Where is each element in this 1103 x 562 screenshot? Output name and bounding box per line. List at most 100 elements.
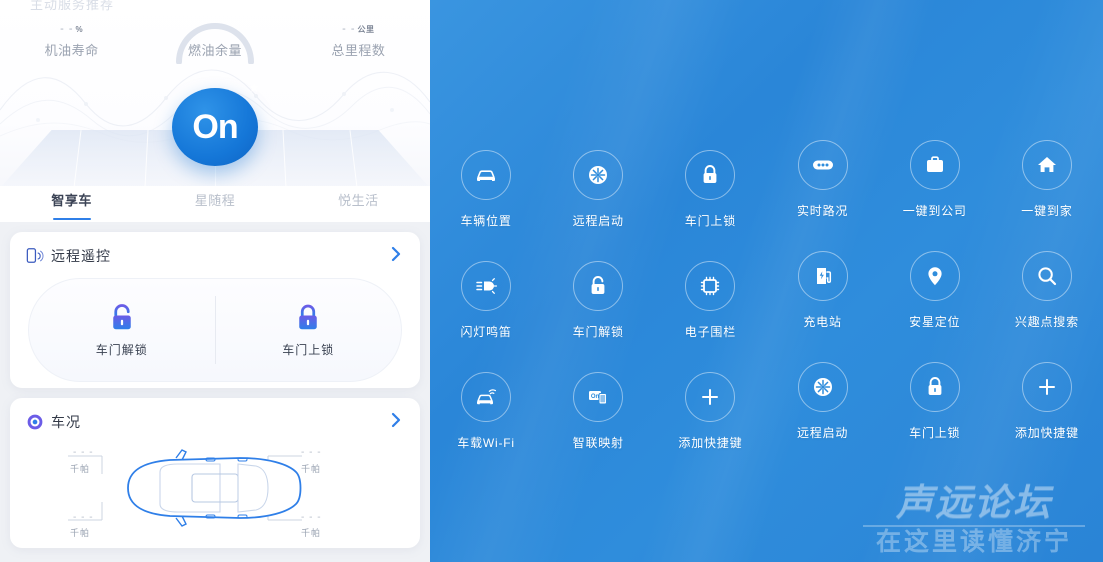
plus-icon (1038, 379, 1055, 395)
charging-station-icon (816, 268, 831, 284)
shortcut-label: 电子围栏 (684, 325, 736, 339)
icon-ring (573, 261, 624, 311)
onstar-logo[interactable]: On ★ (172, 80, 260, 166)
map-pin-icon (928, 267, 942, 286)
gauge-total-mileage[interactable]: - - 公里 总里程数 (287, 22, 430, 74)
star-icon: ★ (248, 80, 260, 95)
icon-ring (1021, 140, 1072, 190)
icon-ring (797, 362, 848, 412)
engine-start-icon (813, 378, 832, 396)
vehicle-status-card[interactable]: 车况 - - - 千帕 - - - 千帕 - - - 千帕 - - - 千帕 (10, 398, 420, 548)
icon-ring (685, 150, 736, 200)
shortcut-label: 添加快捷键 (678, 436, 743, 450)
shortcut-add-shortcut-1[interactable]: 添加快捷键 (654, 372, 766, 451)
shortcut-grid: 车辆位置 远程启动 车门上锁 实时路况 一键到公司 一键到家 闪灯鸣笛 车门解锁… (430, 140, 1103, 451)
flash-horn-icon (476, 278, 498, 294)
lock-closed-icon (928, 377, 942, 395)
lock-door-label: 车门上锁 (282, 342, 335, 357)
gauge-fuel-level[interactable]: 燃油余量 (143, 22, 286, 74)
gauge-label: 总里程数 (331, 43, 386, 58)
shortcut-remote-start[interactable]: 远程启动 (542, 150, 654, 229)
remote-phone-icon (26, 248, 44, 263)
shortcut-satellite-location[interactable]: 安星定位 (879, 251, 991, 340)
card-title: 车况 (51, 414, 81, 430)
plus-icon (702, 389, 719, 405)
icon-ring (461, 261, 512, 311)
icon-ring (797, 140, 848, 190)
shortcut-label: 一键到家 (1021, 204, 1073, 218)
tire-pressure-diagram: - - - 千帕 - - - 千帕 - - - 千帕 - - - 千帕 (10, 432, 420, 544)
shortcut-label: 充电站 (803, 315, 842, 329)
unlock-door-button[interactable]: 车门解锁 (29, 303, 215, 358)
tire-value-fl: - - - (73, 447, 94, 458)
tab-smart-car[interactable]: 智享车 (0, 186, 143, 222)
chevron-right-icon[interactable] (388, 412, 404, 428)
tire-unit-fl: 千帕 (70, 464, 91, 474)
geofence-icon (701, 276, 720, 296)
shortcut-one-key-to-office[interactable]: 一键到公司 (879, 140, 991, 229)
icon-ring (1021, 362, 1072, 412)
icon-ring (685, 372, 736, 422)
shortcut-flash-horn[interactable]: 闪灯鸣笛 (430, 261, 542, 340)
shortcut-poi-search[interactable]: 兴趣点搜索 (991, 251, 1103, 340)
tab-star-journey[interactable]: 星随程 (143, 186, 286, 222)
onstar-logo-text: On (192, 108, 238, 146)
lock-door-button[interactable]: 车门上锁 (216, 303, 402, 358)
shortcut-label: 车载Wi-Fi (457, 436, 515, 450)
lock-closed-icon (704, 165, 717, 183)
fuel-arc-icon (175, 23, 254, 64)
icon-ring (909, 362, 960, 412)
shortcut-unlock-door[interactable]: 车门解锁 (542, 261, 654, 340)
app-screen: 主动服务推荐 - - % 机油寿命 燃油余量 - - 公里 总里程数 On ★ … (0, 0, 1103, 562)
card-title: 远程遥控 (51, 248, 111, 264)
shortcut-car-wifi[interactable]: 车载Wi-Fi (430, 372, 542, 451)
shortcut-smart-mirroring[interactable]: On 智联映射 (542, 372, 654, 451)
home-icon (1037, 157, 1056, 172)
shortcut-charging-station[interactable]: 充电站 (766, 251, 878, 340)
remote-actions: 车门解锁 车门上锁 (28, 278, 402, 382)
shortcut-label: 车门解锁 (572, 325, 624, 339)
shortcut-lock-door-2[interactable]: 车门上锁 (879, 362, 991, 451)
shortcut-label: 远程启动 (796, 426, 849, 440)
gauge-label: 机油寿命 (44, 43, 99, 58)
shortcut-label: 车辆位置 (460, 214, 512, 228)
shortcut-live-traffic[interactable]: 实时路况 (766, 140, 878, 229)
shortcut-label: 车门上锁 (909, 426, 961, 440)
tire-unit-fr: 千帕 (301, 464, 322, 474)
gauge-row: - - % 机油寿命 燃油余量 - - 公里 总里程数 (0, 22, 430, 74)
search-icon (1038, 267, 1057, 286)
chevron-right-icon[interactable] (388, 246, 404, 262)
shortcut-car-location[interactable]: 车辆位置 (430, 150, 542, 229)
tire-unit-rr: 千帕 (301, 528, 322, 538)
icon-ring (461, 150, 512, 200)
shortcut-label: 闪灯鸣笛 (460, 325, 512, 339)
tire-value-rr: - - - (301, 512, 322, 523)
icon-ring (461, 372, 512, 422)
icon-ring (909, 140, 960, 190)
shortcut-label: 安星定位 (909, 315, 961, 329)
icon-ring (685, 261, 736, 311)
engine-start-icon (589, 166, 608, 184)
icon-ring: On (573, 372, 624, 422)
shortcut-geofence[interactable]: 电子围栏 (654, 261, 766, 340)
tire-unit-rl: 千帕 (70, 528, 91, 538)
shortcut-label: 实时路况 (796, 204, 849, 218)
shortcut-lock-door[interactable]: 车门上锁 (654, 150, 766, 229)
gauge-value: - - (60, 23, 74, 35)
gauge-oil-life[interactable]: - - % 机油寿命 (0, 22, 143, 74)
icon-ring (573, 150, 624, 200)
hero-title: 主动服务推荐 (30, 0, 115, 12)
tab-life[interactable]: 悦生活 (287, 186, 430, 222)
traffic-dots-icon (812, 160, 833, 170)
unlock-door-label: 车门解锁 (95, 342, 148, 357)
gauge-unit: 公里 (357, 24, 375, 34)
car-wifi-icon (477, 389, 497, 405)
hero-section: 主动服务推荐 - - % 机油寿命 燃油余量 - - 公里 总里程数 On ★ … (0, 0, 430, 222)
shortcut-label: 兴趣点搜索 (1014, 315, 1079, 329)
shortcut-add-shortcut-2[interactable]: 添加快捷键 (991, 362, 1103, 451)
shortcut-one-key-to-home[interactable]: 一键到家 (991, 140, 1103, 229)
shortcut-remote-start-2[interactable]: 远程启动 (766, 362, 878, 451)
gauge-value: - - (342, 23, 356, 35)
remote-control-card[interactable]: 远程遥控 车门解锁 车门上锁 (10, 232, 420, 388)
svg-text:On: On (591, 394, 600, 400)
